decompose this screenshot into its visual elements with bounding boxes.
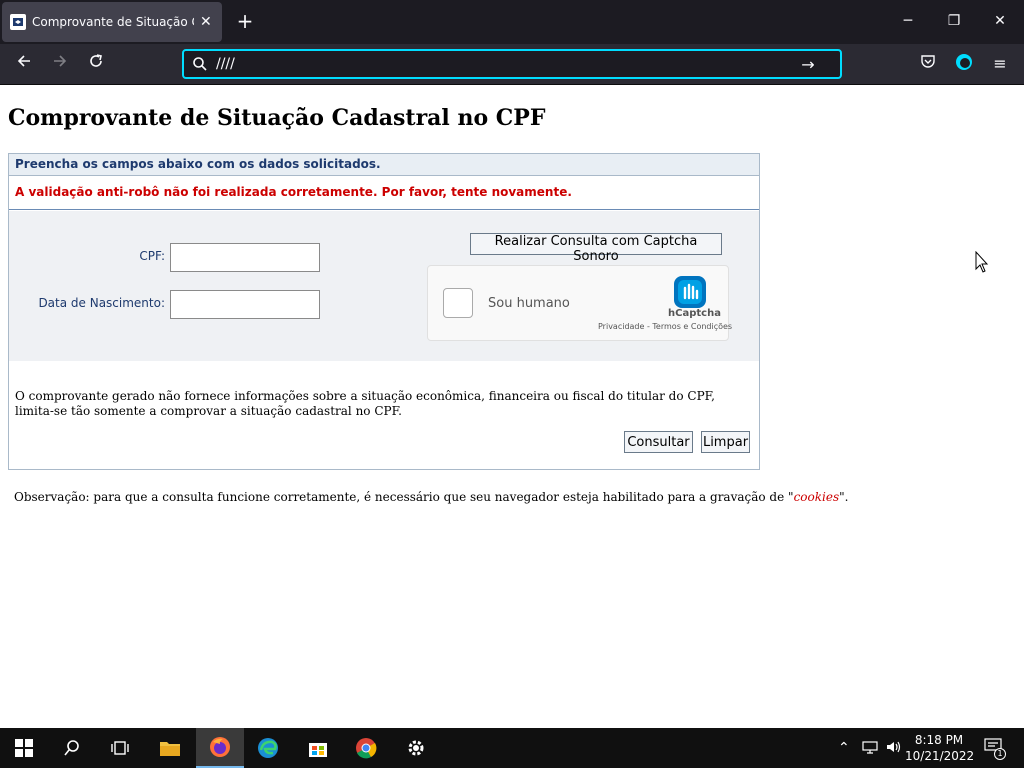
address-bar[interactable]: → [182, 49, 842, 79]
minimize-button[interactable]: ─ [898, 10, 918, 32]
consultar-button[interactable]: Consultar [624, 431, 693, 453]
error-message: A validação anti-robô não foi realizada … [9, 176, 759, 210]
back-button[interactable] [12, 52, 36, 76]
forward-button[interactable] [48, 52, 72, 76]
tab-title: Comprovante de Situação Cada [32, 15, 194, 29]
page-title: Comprovante de Situação Cadastral no CPF [8, 105, 546, 131]
hcaptcha-links[interactable]: Privacidade - Termos e Condições [598, 322, 732, 331]
new-tab-button[interactable]: + [234, 10, 256, 32]
cookies-word: cookies [793, 490, 840, 504]
firefox-taskbar-icon[interactable] [196, 728, 244, 768]
settings-gear-icon[interactable] [392, 728, 440, 768]
browser-tab[interactable]: Comprovante de Situação Cada ✕ [2, 2, 222, 42]
task-view-icon[interactable] [96, 728, 144, 768]
audio-captcha-button[interactable]: Realizar Consulta com Captcha Sonoro [470, 233, 722, 264]
hcaptcha-logo-icon [672, 274, 708, 310]
clock-date: 10/21/2022 [905, 749, 975, 763]
human-label: Sou humano [488, 296, 570, 311]
cpf-input[interactable] [170, 243, 320, 272]
limpar-button[interactable]: Limpar [701, 431, 750, 453]
tab-bar: Comprovante de Situação Cada ✕ + ─ ❐ ✕ [0, 0, 1024, 44]
page-content: Comprovante de Situação Cadastral no CPF… [0, 85, 1024, 728]
search-taskbar-icon[interactable] [48, 728, 96, 768]
volume-icon[interactable] [886, 740, 902, 758]
form-container: Preencha os campos abaixo com os dados s… [8, 153, 760, 470]
observation-suffix: ". [839, 490, 849, 504]
file-explorer-icon[interactable] [146, 728, 194, 768]
start-button[interactable] [0, 728, 48, 768]
clock-time: 8:18 PM [914, 733, 964, 747]
hcaptcha-widget: Sou humano hCaptcha Privacidade - Termos… [427, 265, 732, 341]
network-icon[interactable] [862, 740, 878, 758]
go-arrow-icon[interactable]: → [796, 55, 820, 74]
cpf-label: CPF: [139, 249, 165, 263]
site-favicon-icon [10, 14, 26, 30]
instruction-text: Preencha os campos abaixo com os dados s… [9, 154, 759, 176]
search-icon [192, 56, 208, 72]
chrome-taskbar-icon[interactable] [342, 728, 390, 768]
notification-count: 1 [994, 748, 1006, 760]
hcaptcha-brand: hCaptcha [668, 308, 721, 319]
observation-text: Observação: para que a consulta funcione… [14, 490, 848, 504]
edge-taskbar-icon[interactable] [244, 728, 292, 768]
pocket-icon[interactable] [916, 52, 940, 76]
navigation-toolbar: → ≡ [0, 44, 1024, 85]
store-taskbar-icon[interactable] [294, 728, 342, 768]
close-window-button[interactable]: ✕ [990, 10, 1010, 32]
maximize-button[interactable]: ❐ [944, 10, 964, 32]
tab-close-icon[interactable]: ✕ [200, 14, 212, 30]
birth-date-input[interactable] [170, 290, 320, 319]
birth-date-label: Data de Nascimento: [38, 296, 165, 310]
menu-icon[interactable]: ≡ [988, 52, 1012, 76]
chevron-up-icon[interactable]: ⌃ [838, 740, 850, 756]
url-input[interactable] [216, 56, 796, 72]
disclaimer-text: O comprovante gerado não fornece informa… [15, 389, 715, 418]
fields-area: CPF: Data de Nascimento: Realizar Consul… [9, 211, 759, 361]
firefox-account-icon[interactable] [952, 52, 976, 76]
windows-taskbar: ⌃ 8:18 PM 10/21/2022 1 [0, 728, 1024, 768]
mouse-cursor-icon [975, 251, 989, 273]
observation-prefix: Observação: para que a consulta funcione… [14, 490, 794, 504]
human-checkbox[interactable] [443, 288, 473, 318]
reload-button[interactable] [84, 52, 108, 76]
system-clock[interactable]: 8:18 PM 10/21/2022 [905, 732, 975, 764]
